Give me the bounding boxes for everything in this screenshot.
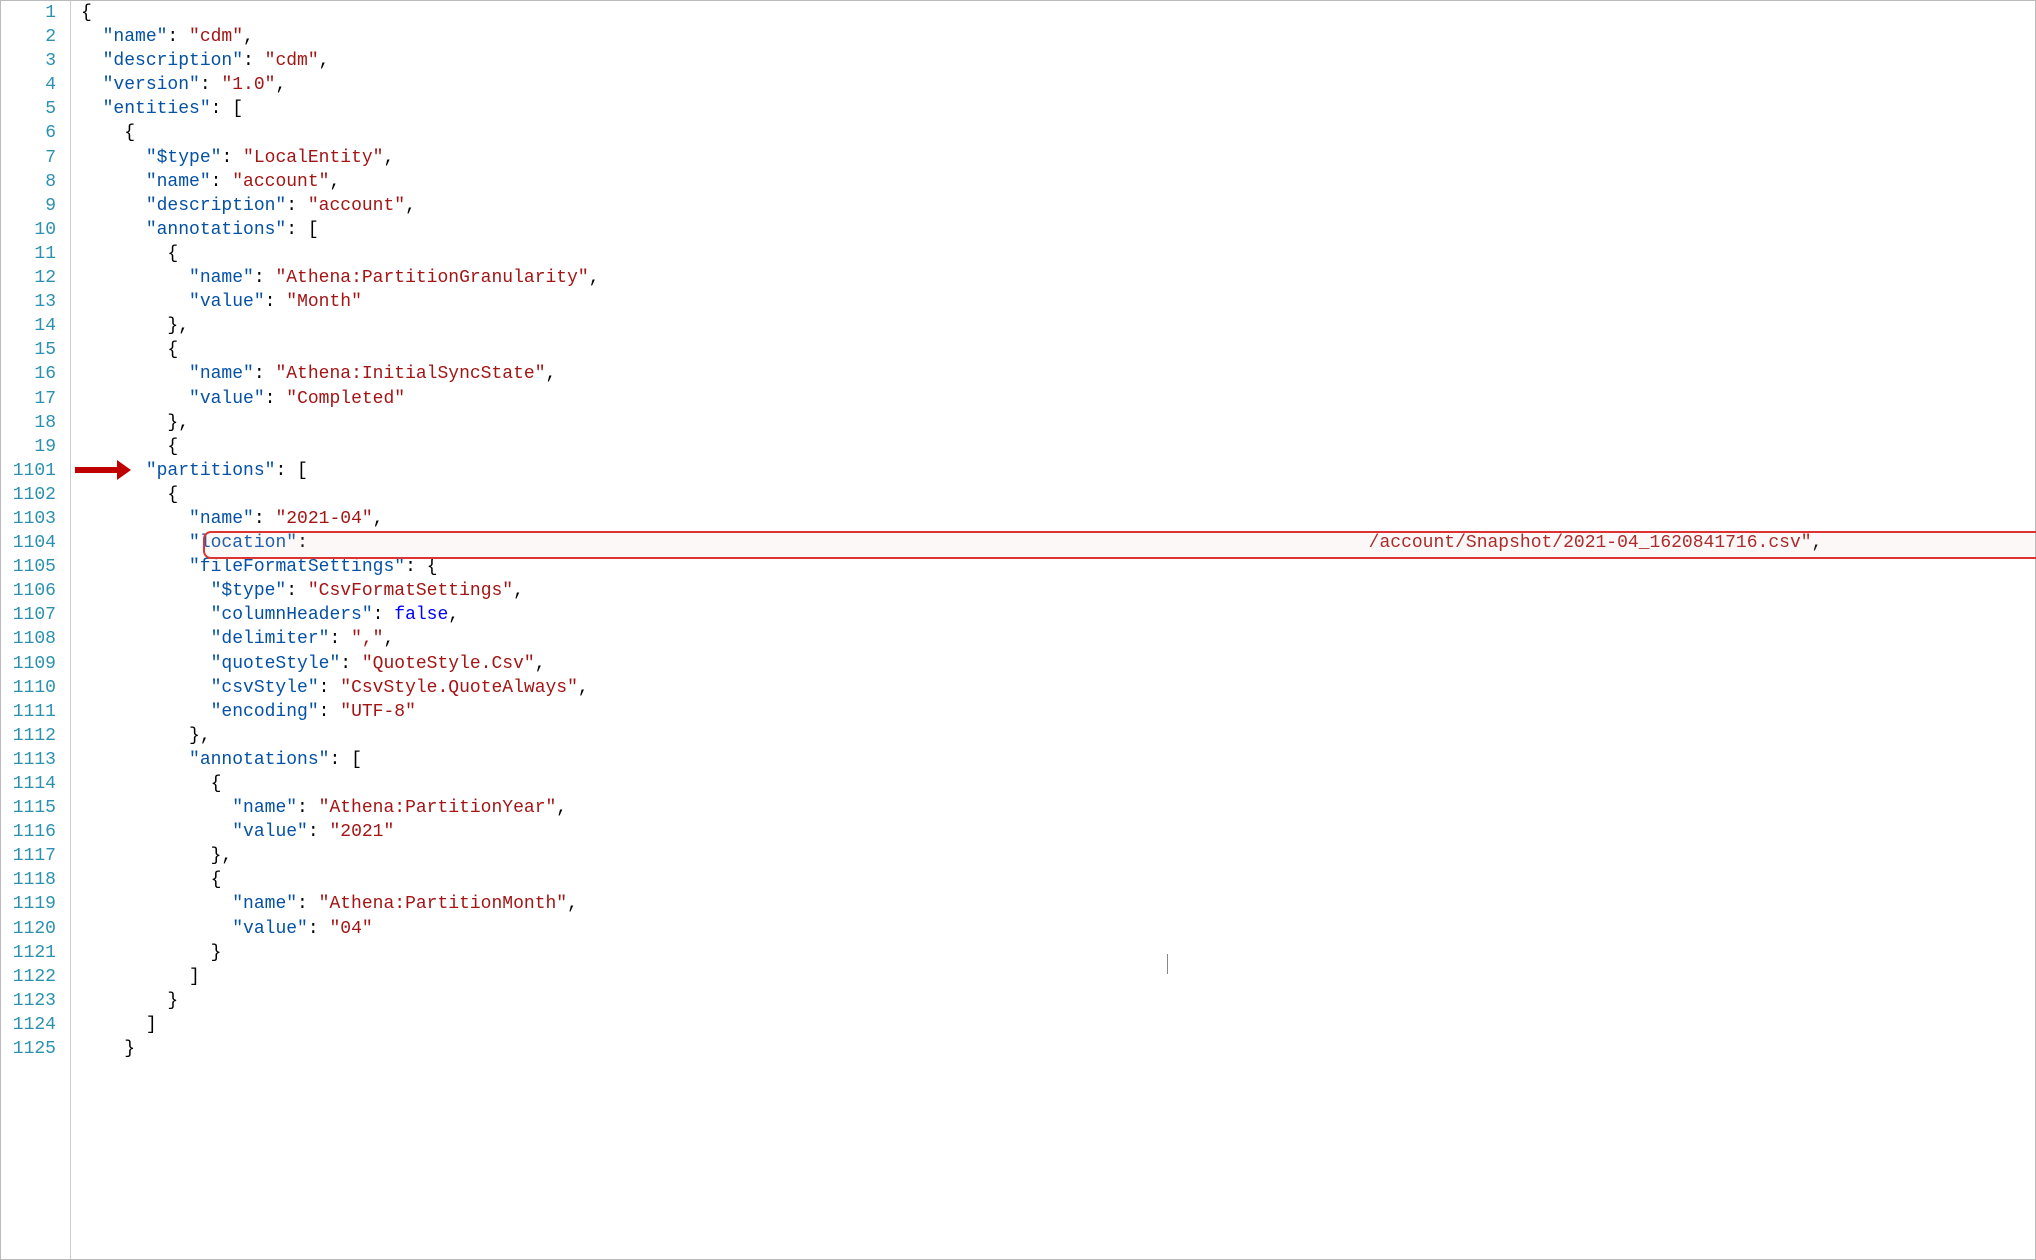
line-number: 1118 (1, 868, 56, 892)
code-line: { (81, 1, 2035, 25)
code-line: ] (81, 1013, 2035, 1037)
line-number: 9 (1, 194, 56, 218)
text-cursor (1167, 954, 1168, 974)
code-line: "description": "account", (81, 194, 2035, 218)
code-line: "annotations": [ (81, 748, 2035, 772)
code-line: "name": "2021-04", (81, 507, 2035, 531)
line-number-gutter: 1234567891011121314151617181911011102110… (1, 1, 71, 1259)
line-number: 1121 (1, 941, 56, 965)
code-line: }, (81, 724, 2035, 748)
code-line: "value": "Completed" (81, 387, 2035, 411)
code-line: "partitions": [ (81, 459, 2035, 483)
line-number: 1113 (1, 748, 56, 772)
code-line: "name": "Athena:InitialSyncState", (81, 362, 2035, 386)
line-number: 1 (1, 1, 56, 25)
line-number: 1124 (1, 1013, 56, 1037)
line-number: 1117 (1, 844, 56, 868)
line-number: 16 (1, 362, 56, 386)
code-line: "name": "Athena:PartitionGranularity", (81, 266, 2035, 290)
line-number: 4 (1, 73, 56, 97)
code-line: "value": "Month" (81, 290, 2035, 314)
code-line: "name": "account", (81, 170, 2035, 194)
code-line: } (81, 941, 2035, 965)
code-content[interactable]: { "name": "cdm", "description": "cdm", "… (71, 1, 2035, 1259)
code-line: "fileFormatSettings": { (81, 555, 2035, 579)
line-number: 8 (1, 170, 56, 194)
code-line: "location": /account/Snapshot/2021-04_16… (81, 531, 2035, 555)
code-line: }, (81, 411, 2035, 435)
code-line: { (81, 868, 2035, 892)
code-line: } (81, 1037, 2035, 1061)
redacted-location-path (319, 533, 1369, 551)
code-line: { (81, 483, 2035, 507)
code-line: "columnHeaders": false, (81, 603, 2035, 627)
code-line: { (81, 435, 2035, 459)
line-number: 15 (1, 338, 56, 362)
code-line: } (81, 989, 2035, 1013)
code-line: "quoteStyle": "QuoteStyle.Csv", (81, 652, 2035, 676)
code-line: }, (81, 844, 2035, 868)
code-line: "delimiter": ",", (81, 627, 2035, 651)
line-number: 1104 (1, 531, 56, 555)
line-number: 1116 (1, 820, 56, 844)
line-number: 13 (1, 290, 56, 314)
line-number: 1120 (1, 917, 56, 941)
line-number: 1112 (1, 724, 56, 748)
code-line: { (81, 121, 2035, 145)
code-line: }, (81, 314, 2035, 338)
line-number: 12 (1, 266, 56, 290)
code-line: "encoding": "UTF-8" (81, 700, 2035, 724)
line-number: 7 (1, 146, 56, 170)
line-number: 1122 (1, 965, 56, 989)
code-line: "$type": "CsvFormatSettings", (81, 579, 2035, 603)
code-line: "name": "Athena:PartitionMonth", (81, 892, 2035, 916)
line-number: 1101 (1, 459, 56, 483)
line-number: 1114 (1, 772, 56, 796)
code-line: "$type": "LocalEntity", (81, 146, 2035, 170)
line-number: 2 (1, 25, 56, 49)
line-number: 11 (1, 242, 56, 266)
callout-arrow (75, 467, 119, 473)
code-line: { (81, 338, 2035, 362)
code-line: "entities": [ (81, 97, 2035, 121)
code-line: "csvStyle": "CsvStyle.QuoteAlways", (81, 676, 2035, 700)
line-number: 1111 (1, 700, 56, 724)
line-number: 1115 (1, 796, 56, 820)
code-line: "version": "1.0", (81, 73, 2035, 97)
code-line: { (81, 772, 2035, 796)
code-line: "value": "2021" (81, 820, 2035, 844)
line-number: 10 (1, 218, 56, 242)
line-number: 1123 (1, 989, 56, 1013)
line-number: 1102 (1, 483, 56, 507)
line-number: 1105 (1, 555, 56, 579)
line-number: 19 (1, 435, 56, 459)
line-number: 5 (1, 97, 56, 121)
line-number: 1103 (1, 507, 56, 531)
code-line: "name": "cdm", (81, 25, 2035, 49)
line-number: 3 (1, 49, 56, 73)
line-number: 14 (1, 314, 56, 338)
code-line: "name": "Athena:PartitionYear", (81, 796, 2035, 820)
line-number: 17 (1, 387, 56, 411)
code-line: "annotations": [ (81, 218, 2035, 242)
code-line: { (81, 242, 2035, 266)
line-number: 1110 (1, 676, 56, 700)
code-line: "value": "04" (81, 917, 2035, 941)
code-line: ] (81, 965, 2035, 989)
code-line: "description": "cdm", (81, 49, 2035, 73)
code-editor[interactable]: 1234567891011121314151617181911011102110… (1, 1, 2035, 1259)
line-number: 1119 (1, 892, 56, 916)
line-number: 1109 (1, 652, 56, 676)
line-number: 1108 (1, 627, 56, 651)
line-number: 1107 (1, 603, 56, 627)
line-number: 1125 (1, 1037, 56, 1061)
line-number: 18 (1, 411, 56, 435)
line-number: 6 (1, 121, 56, 145)
line-number: 1106 (1, 579, 56, 603)
